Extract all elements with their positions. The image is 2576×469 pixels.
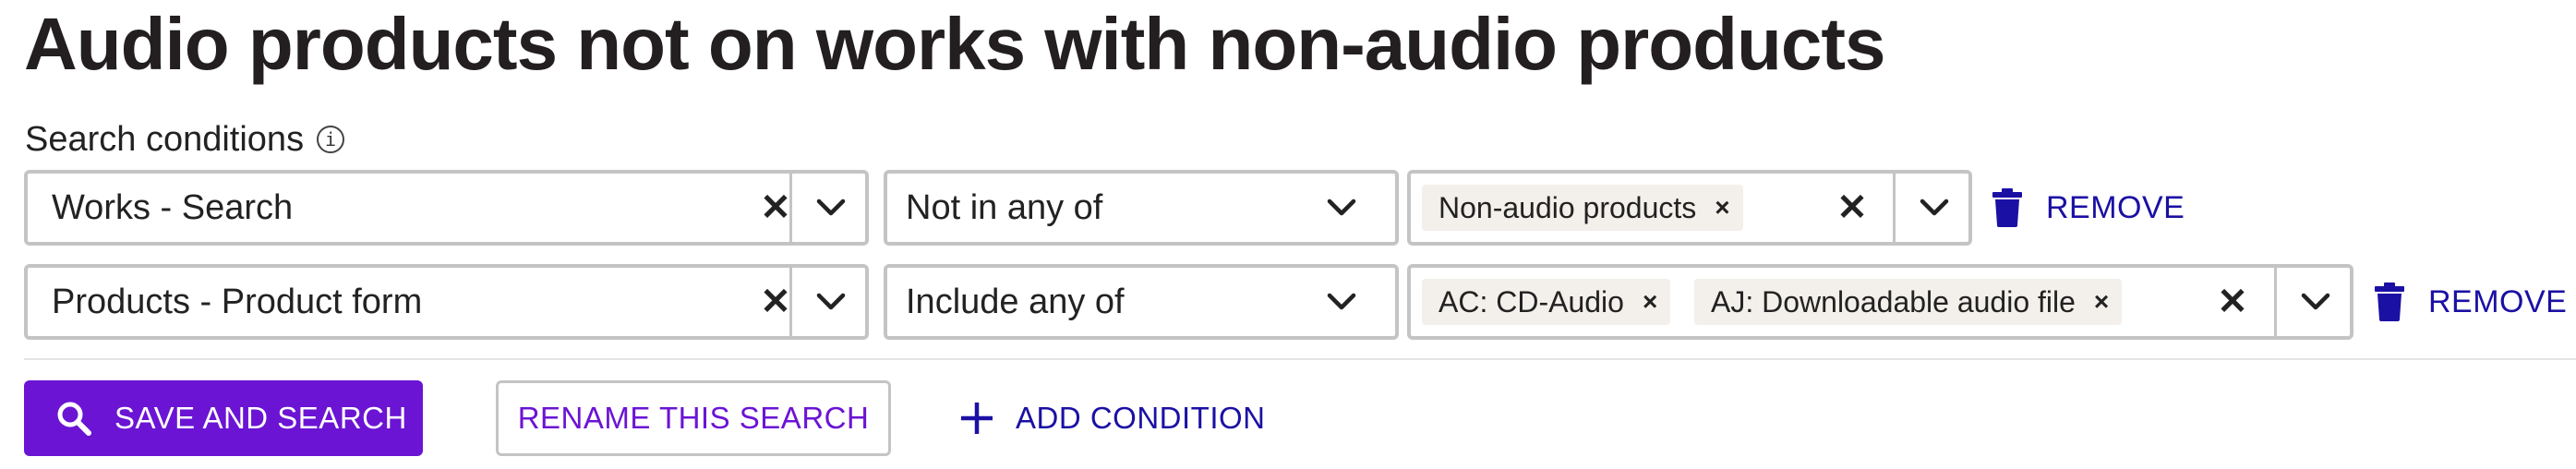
value-chip-label: Non-audio products <box>1438 190 1697 224</box>
remove-label: REMOVE <box>2046 189 2185 225</box>
rename-search-button[interactable]: RENAME THIS SEARCH <box>496 380 891 456</box>
rename-search-label: RENAME THIS SEARCH <box>517 401 870 435</box>
plus-icon <box>961 403 993 434</box>
trash-icon <box>2375 283 2404 321</box>
operator-select-value: Not in any of <box>906 188 1103 227</box>
chip-remove-icon[interactable]: × <box>1643 287 1657 317</box>
trash-icon <box>1992 188 2022 227</box>
field-select[interactable]: Products - Product form ✕ <box>24 264 869 340</box>
save-and-search-label: SAVE AND SEARCH <box>114 401 407 435</box>
info-icon[interactable]: i <box>317 126 345 153</box>
search-conditions-header: Search conditions i <box>25 116 345 162</box>
chevron-down-icon[interactable] <box>1896 174 1973 242</box>
value-multiselect[interactable]: AC: CD-Audio × AJ: Downloadable audio fi… <box>1407 264 2353 340</box>
remove-condition-button[interactable]: REMOVE <box>2375 264 2567 340</box>
operator-select[interactable]: Not in any of <box>884 170 1399 246</box>
chip-remove-icon[interactable]: × <box>1715 193 1729 222</box>
divider <box>24 358 2576 360</box>
field-select[interactable]: Works - Search ✕ <box>24 170 869 246</box>
value-chip: AC: CD-Audio × <box>1422 279 1671 325</box>
add-condition-label: ADD CONDITION <box>1016 401 1266 435</box>
close-icon[interactable]: ✕ <box>2205 268 2260 336</box>
value-multiselect[interactable]: Non-audio products × ✕ <box>1407 170 1972 246</box>
chevron-down-icon[interactable] <box>792 268 870 336</box>
value-chip: Non-audio products × <box>1422 185 1743 231</box>
field-select-value: Products - Product form <box>52 283 423 321</box>
value-chip-label: AJ: Downloadable audio file <box>1711 284 2076 319</box>
remove-label: REMOVE <box>2428 283 2568 319</box>
search-conditions-label: Search conditions <box>25 120 305 159</box>
value-chip: AJ: Downloadable audio file × <box>1694 279 2123 325</box>
operator-select[interactable]: Include any of <box>884 264 1399 340</box>
chevron-down-icon[interactable] <box>1303 268 1380 336</box>
chip-remove-icon[interactable]: × <box>2094 287 2109 317</box>
add-condition-button[interactable]: ADD CONDITION <box>958 380 1266 456</box>
chevron-down-icon[interactable] <box>2277 268 2354 336</box>
close-icon[interactable]: ✕ <box>1824 174 1880 242</box>
chevron-down-icon[interactable] <box>1303 174 1380 242</box>
remove-condition-button[interactable]: REMOVE <box>1992 170 2185 246</box>
value-chip-label: AC: CD-Audio <box>1438 284 1624 319</box>
search-icon <box>57 402 91 436</box>
operator-select-value: Include any of <box>906 283 1125 321</box>
chevron-down-icon[interactable] <box>792 174 870 242</box>
save-and-search-button[interactable]: SAVE AND SEARCH <box>24 380 423 456</box>
field-select-value: Works - Search <box>52 188 294 227</box>
page-title: Audio products not on works with non-aud… <box>24 3 1885 85</box>
